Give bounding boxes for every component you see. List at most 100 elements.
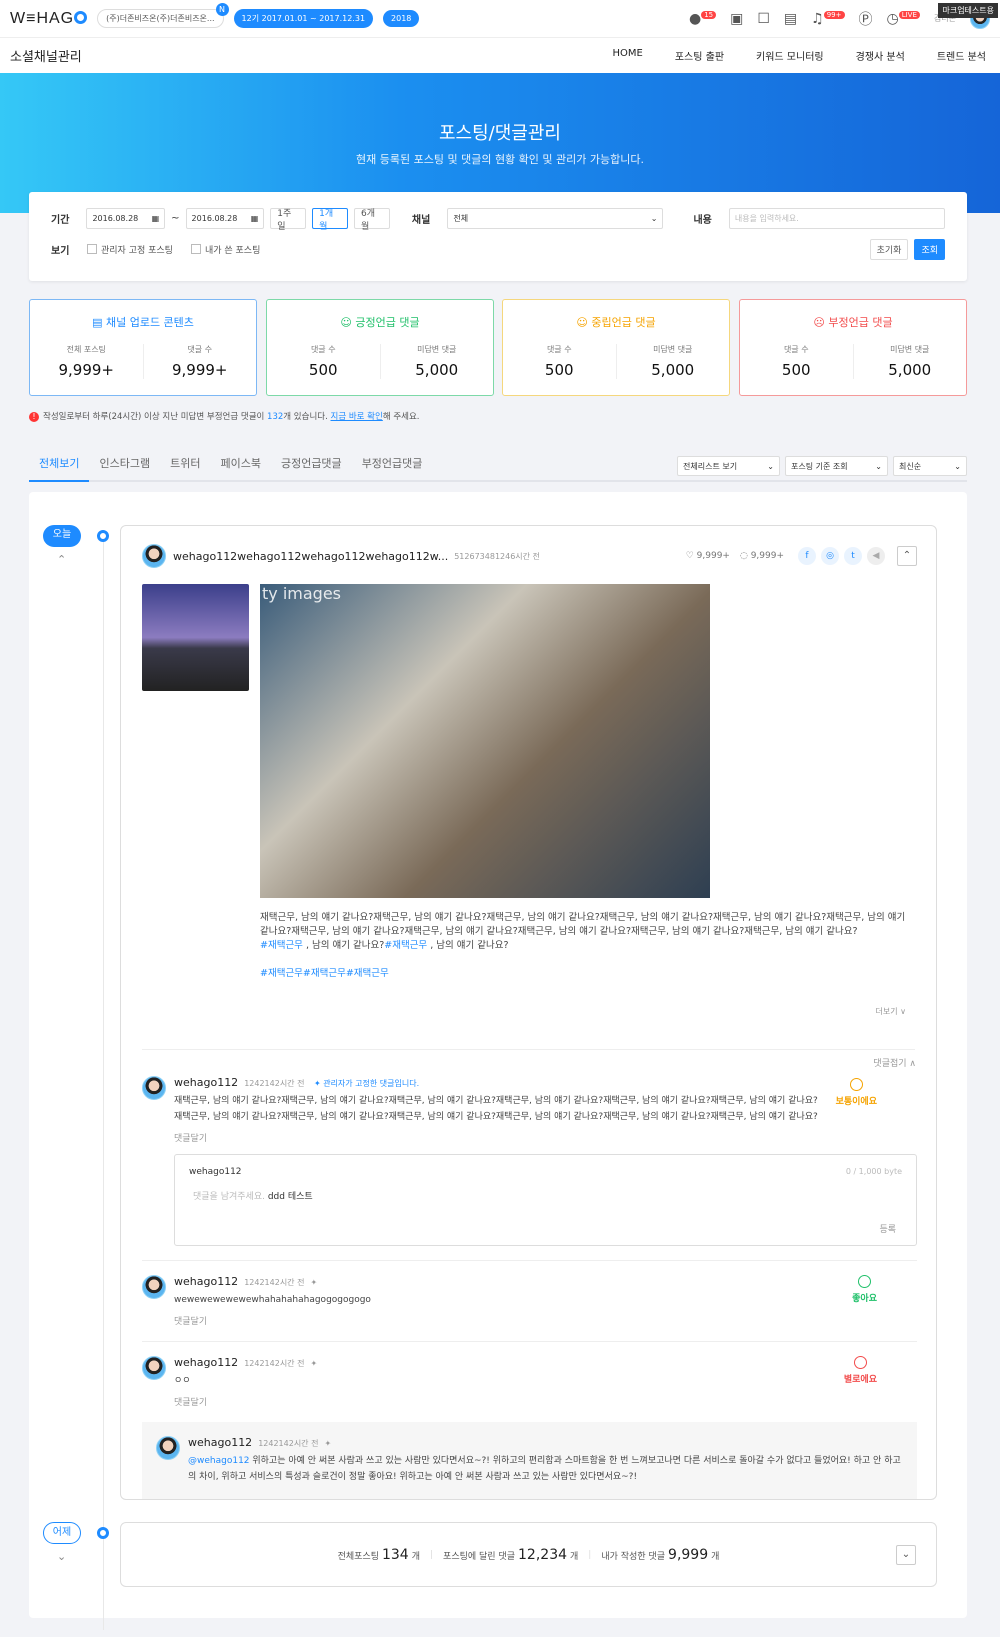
post-username[interactable]: wehago112wehago112wehago112wehago112w... <box>173 550 448 563</box>
range-1week-button[interactable]: 1주일 <box>270 208 307 232</box>
hashtags[interactable]: #재택근무#재택근무#재택근무 <box>260 967 910 981</box>
hashtag-link[interactable]: #재택근무 <box>260 940 303 951</box>
pin-icon[interactable]: ✦ <box>310 1359 317 1368</box>
tab-instagram[interactable]: 인스타그램 <box>89 455 160 482</box>
comment-time: 1242142시간 전 <box>244 1359 305 1368</box>
bell-icon[interactable]: ♫ 99+ <box>811 10 845 27</box>
date-to-value: 2016.08.28 <box>191 214 238 223</box>
video-icon[interactable]: ▣ <box>730 11 743 27</box>
nav-keyword[interactable]: 키워드 모니터링 <box>756 48 824 63</box>
comment-item: wehago112 1242142시간 전 ✦ 관리자가 고정한 댓글입니다. 재… <box>142 1066 917 1154</box>
post-thumbnail[interactable] <box>142 584 249 691</box>
tab-all[interactable]: 전체보기 <box>29 455 90 482</box>
nav-competitor[interactable]: 경쟁사 분석 <box>856 48 905 63</box>
avatar <box>142 544 166 568</box>
sentiment-positive[interactable]: 좋아요 <box>852 1275 877 1304</box>
admin-pinned-checkbox[interactable]: 관리자 고정 포스팅 <box>87 243 173 256</box>
content-input[interactable]: 내용을 입력하세요. <box>728 208 945 229</box>
nav-home[interactable]: HOME <box>613 48 643 63</box>
reply-input[interactable]: 댓글을 남겨주세요. ddd 테스트 <box>189 1189 902 1202</box>
calendar-icon: ▦ <box>250 214 259 223</box>
date-to-input[interactable]: 2016.08.28 ▦ <box>185 208 265 229</box>
yesterday-badge[interactable]: 어제 <box>43 1522 81 1544</box>
stat-card-neutral[interactable]: ☺ 중립언급 댓글 댓글 수 500 미답변 댓글 5,000 <box>502 299 730 396</box>
range-6month-button[interactable]: 6개월 <box>354 208 390 232</box>
comment-username[interactable]: wehago112 <box>188 1436 252 1449</box>
period-pill[interactable]: 12기 2017.01.01 ~ 2017.12.31 <box>233 9 374 28</box>
nav-trend[interactable]: 트렌드 분석 <box>937 48 986 63</box>
point-icon[interactable]: Ⓟ <box>859 9 873 29</box>
company-selector[interactable]: (주)더존비즈온(주)더존비즈온... N <box>97 3 229 28</box>
chevron-up-icon[interactable]: ⌃ <box>57 553 66 566</box>
pin-icon[interactable]: ✦ <box>324 1439 331 1448</box>
profile-icon[interactable]: ● 15 <box>689 10 717 27</box>
post-image[interactable]: ty images <box>260 584 710 898</box>
stat-title: 채널 업로드 콘텐츠 <box>105 316 194 329</box>
submit-reply-button[interactable]: 등록 <box>879 1222 896 1235</box>
live-icon[interactable]: ◷ LIVE <box>887 10 920 27</box>
tab-negative[interactable]: 부정언급댓글 <box>352 455 433 482</box>
check-now-link[interactable]: 지금 바로 확인 <box>331 412 383 422</box>
comment-text: 위하고는 아예 안 써본 사람과 쓰고 있는 사람만 있다면서요~?! 위하고의… <box>188 1456 901 1482</box>
smile-icon: ☺ <box>340 316 356 329</box>
wehago-logo[interactable]: W≡HAG <box>10 10 88 28</box>
reply-box[interactable]: wehago112 0 / 1,000 byte 댓글을 남겨주세요. ddd … <box>174 1154 917 1246</box>
summary-unit: 개 <box>711 1551 720 1562</box>
facebook-icon[interactable]: f <box>798 547 816 565</box>
tab-facebook[interactable]: 페이스북 <box>210 455 270 482</box>
daily-summary: 전체포스팅 134 개 | 포스팅에 달린 댓글 12,234 개 | 내가 작성한 댓글 9… <box>120 1522 937 1587</box>
chevron-down-icon[interactable]: ⌄ <box>57 1550 66 1563</box>
search-button[interactable]: 조회 <box>914 239 945 260</box>
posting-basis-select[interactable]: 포스팅 기준 조회 ⌄ <box>785 456 888 476</box>
live-badge: LIVE <box>898 10 920 19</box>
summary-value: 134 <box>381 1546 409 1563</box>
comment-time: 1242142시간 전 <box>244 1278 305 1287</box>
post-time: 512673481246시간 전 <box>454 551 540 561</box>
today-badge[interactable]: 오늘 <box>43 525 81 547</box>
sort-select[interactable]: 최신순 ⌄ <box>893 456 967 476</box>
megaphone-icon[interactable]: ◀ <box>867 547 885 565</box>
comment-text: wewewewewewewhahahahahagogogogogo <box>174 1295 371 1305</box>
range-1month-button[interactable]: 1개월 <box>312 208 349 232</box>
my-posts-checkbox[interactable]: 내가 쓴 포스팅 <box>190 243 260 256</box>
comment-username[interactable]: wehago112 <box>174 1356 238 1369</box>
sentiment-negative[interactable]: 별로에요 <box>844 1356 877 1385</box>
stat-value: 5,000 <box>415 361 459 379</box>
comments-count: ◌ 9,999+ <box>739 551 784 561</box>
reply-button[interactable]: 댓글달기 <box>174 1314 371 1327</box>
notes-icon[interactable]: ▤ <box>784 11 797 27</box>
hashtag-link[interactable]: #재택근무 <box>384 940 427 951</box>
image-watermark: ty images <box>262 584 341 603</box>
date-from-input[interactable]: 2016.08.28 ▦ <box>86 208 166 229</box>
stat-card-positive[interactable]: ☺ 긍정언급 댓글 댓글 수 500 미답변 댓글 5,000 <box>266 299 494 396</box>
stat-label: 미답변 댓글 <box>890 345 930 354</box>
calendar-icon: ▦ <box>151 214 160 223</box>
summary-unit: 개 <box>570 1551 579 1562</box>
comment-username[interactable]: wehago112 <box>174 1076 238 1089</box>
more-button[interactable]: 더보기 ∨ <box>876 1006 906 1017</box>
comment-username[interactable]: wehago112 <box>174 1275 238 1288</box>
year-pill[interactable]: 2018 <box>383 10 420 27</box>
mention-link[interactable]: @wehago112 <box>188 1456 250 1466</box>
instagram-icon[interactable]: ◎ <box>821 547 839 565</box>
collapse-button[interactable]: ⌃ <box>897 546 917 566</box>
nav-posting[interactable]: 포스팅 출판 <box>675 48 724 63</box>
list-view-select[interactable]: 전체리스트 보기 ⌄ <box>677 456 780 476</box>
tab-twitter[interactable]: 트위터 <box>160 455 210 482</box>
twitter-icon[interactable]: t <box>844 547 862 565</box>
reply-button[interactable]: 댓글달기 <box>174 1395 317 1408</box>
stat-card-uploads[interactable]: ▤ 채널 업로드 콘텐츠 전체 포스팅 9,999+ 댓글 수 9,999+ <box>29 299 257 396</box>
chat-icon[interactable]: ☐ <box>757 11 770 27</box>
summary-total-posts: 전체포스팅 134 개 <box>338 1547 420 1563</box>
reset-button[interactable]: 초기화 <box>869 239 909 260</box>
stat-card-negative[interactable]: ☹ 부정언급 댓글 댓글 수 500 미답변 댓글 5,000 <box>739 299 967 396</box>
channel-select[interactable]: 전체 ⌄ <box>447 208 664 229</box>
stat-value: 500 <box>544 361 574 379</box>
sentiment-neutral[interactable]: 보통이에요 <box>836 1078 877 1107</box>
expand-button[interactable]: ⌄ <box>896 1545 916 1565</box>
pin-icon[interactable]: ✦ <box>310 1278 317 1287</box>
company-name: (주)더존비즈온(주)더존비즈온... <box>106 14 215 23</box>
nav-bar: 소셜채널관리 HOME 포스팅 출판 키워드 모니터링 경쟁사 분석 트렌드 분… <box>0 38 1000 73</box>
tab-positive[interactable]: 긍정언급댓글 <box>271 455 352 482</box>
reply-button[interactable]: 댓글달기 <box>174 1131 824 1144</box>
